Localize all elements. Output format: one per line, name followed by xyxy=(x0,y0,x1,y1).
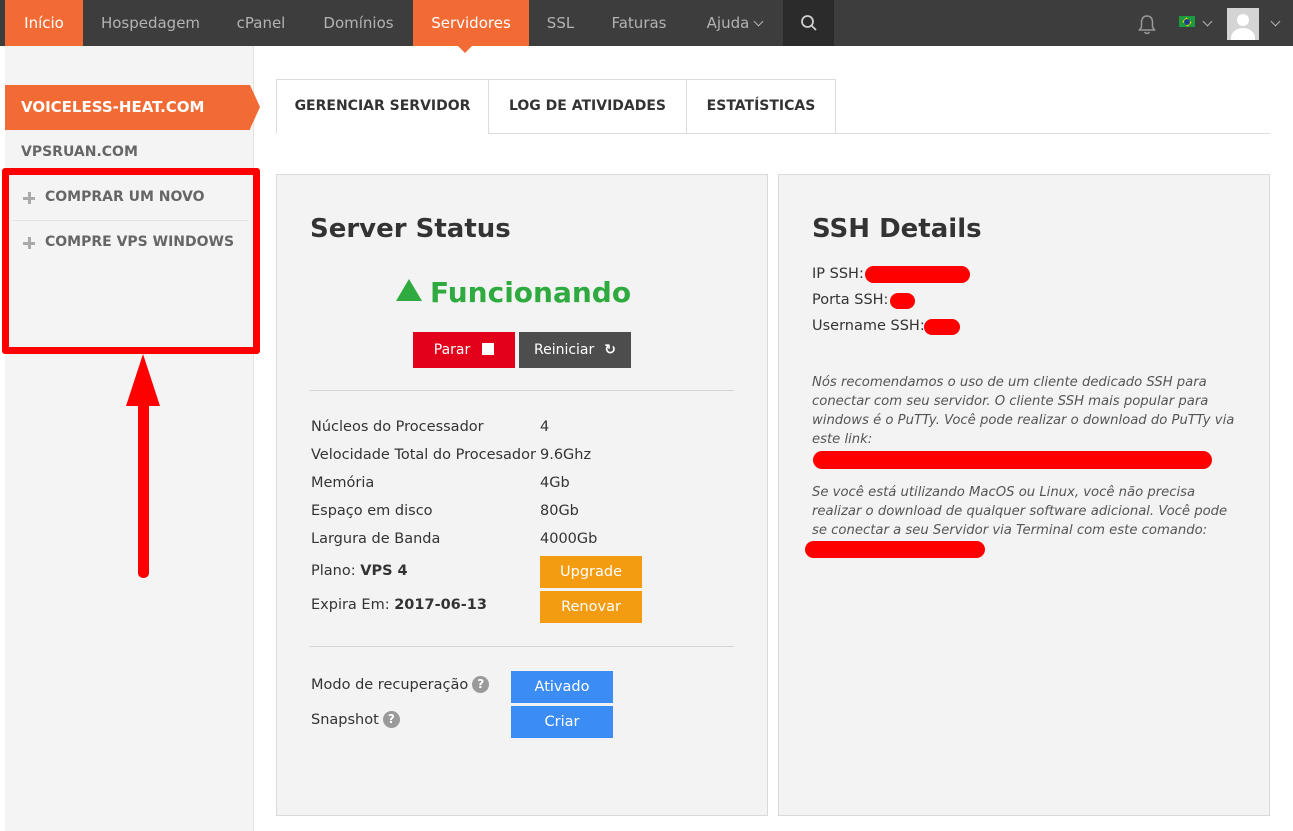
expires-value: 2017-06-13 xyxy=(394,597,487,613)
sidebar-item-label: VOICELESS-HEAT.COM xyxy=(21,98,205,116)
tab-label: LOG DE ATIVIDADES xyxy=(508,98,667,114)
spec-value: 4000Gb xyxy=(540,531,598,547)
snapshot-label: Snapshot xyxy=(311,712,379,728)
chevron-down-icon xyxy=(753,16,764,27)
snapshot-row: Snapshot? xyxy=(311,711,400,729)
nav-inicio[interactable]: Início xyxy=(5,0,83,46)
nav-label: Servidores xyxy=(431,14,511,32)
restart-label: Reiniciar xyxy=(533,342,595,358)
spec-value: 80Gb xyxy=(540,503,579,519)
snapshot-button[interactable]: Criar xyxy=(511,706,613,738)
upgrade-button[interactable]: Upgrade xyxy=(540,556,642,588)
tab-estatisticas[interactable]: ESTATÍSTICAS xyxy=(686,79,836,134)
recovery-row: Modo de recuperação? xyxy=(311,676,490,694)
redacted-ssh-command xyxy=(805,541,985,558)
annotation-arrow-shaft xyxy=(138,400,149,578)
chevron-down-icon xyxy=(1202,16,1213,27)
annotation-highlight-box xyxy=(2,168,260,354)
spec-value: 4Gb xyxy=(540,475,570,491)
status-text: Funcionando xyxy=(430,276,632,309)
brazil-flag-icon[interactable] xyxy=(1179,16,1195,27)
refresh-icon: ↻ xyxy=(604,342,617,358)
nav-label: cPanel xyxy=(236,14,286,32)
help-icon[interactable]: ? xyxy=(472,676,490,693)
bell-icon[interactable] xyxy=(1137,14,1157,36)
tab-label: ESTATÍSTICAS xyxy=(706,98,816,114)
top-navigation: Início Hospedagem cPanel Domínios Servid… xyxy=(0,0,1293,46)
spec-value: 9.6Ghz xyxy=(540,447,592,463)
nav-label: Início xyxy=(24,14,64,32)
tab-gerenciar-servidor[interactable]: GERENCIAR SERVIDOR xyxy=(276,79,489,134)
help-icon[interactable]: ? xyxy=(382,711,400,728)
expires-label: Expira Em: xyxy=(311,597,390,613)
redacted-ip xyxy=(865,266,970,283)
ssh-port-label: Porta SSH: xyxy=(812,292,889,308)
tab-log-atividades[interactable]: LOG DE ATIVIDADES xyxy=(488,79,687,134)
renew-button[interactable]: Renovar xyxy=(540,591,642,623)
nav-label: SSL xyxy=(546,14,575,32)
stop-icon xyxy=(482,343,495,355)
recovery-mode-button[interactable]: Ativado xyxy=(511,671,613,703)
spec-value: 4 xyxy=(540,419,550,435)
server-status-title: Server Status xyxy=(310,214,511,244)
nav-faturas[interactable]: Faturas xyxy=(592,0,686,46)
spec-label: Largura de Banda xyxy=(311,531,441,547)
ssh-username-label: Username SSH: xyxy=(812,318,925,334)
plan-row: Plano: VPS 4 xyxy=(311,563,408,579)
ssh-windows-note: Nós recomendamos o uso de um cliente ded… xyxy=(812,375,1235,447)
nav-hospedagem[interactable]: Hospedagem xyxy=(83,0,218,46)
ssh-mac-note: Se você está utilizando MacOS ou Linux, … xyxy=(812,485,1228,538)
nav-ssl[interactable]: SSL xyxy=(529,0,592,46)
redacted-port xyxy=(890,293,915,309)
spec-label: Memória xyxy=(311,475,375,491)
annotation-arrow-head xyxy=(126,354,160,406)
active-nav-caret xyxy=(458,46,472,53)
ssh-ip-label: IP SSH: xyxy=(812,266,864,282)
nav-servidores[interactable]: Servidores xyxy=(413,0,529,46)
restart-button[interactable]: Reiniciar ↻ xyxy=(519,332,631,368)
stop-button[interactable]: Parar xyxy=(413,332,515,368)
search-button[interactable] xyxy=(783,0,834,46)
nav-label: Domínios xyxy=(323,14,394,32)
spec-label: Núcleos do Processador xyxy=(311,419,484,435)
divider xyxy=(310,646,734,647)
stop-label: Parar xyxy=(433,342,471,358)
sidebar-item-label: VPSRUAN.COM xyxy=(21,144,138,160)
search-icon xyxy=(800,15,817,31)
nav-label: Faturas xyxy=(611,14,667,32)
nav-label: Hospedagem xyxy=(100,14,201,32)
sidebar-item-vpsruan[interactable]: VPSRUAN.COM xyxy=(21,144,138,160)
spec-label: Espaço em disco xyxy=(311,503,433,519)
recovery-label: Modo de recuperação xyxy=(311,677,469,693)
nav-label: Ajuda xyxy=(706,14,750,32)
nav-cpanel[interactable]: cPanel xyxy=(218,0,304,46)
up-triangle-icon xyxy=(396,279,422,301)
redacted-putty-link xyxy=(813,451,1212,469)
plan-label: Plano: xyxy=(311,563,356,579)
nav-dominios[interactable]: Domínios xyxy=(304,0,413,46)
ssh-details-title: SSH Details xyxy=(812,214,982,244)
nav-ajuda[interactable]: Ajuda xyxy=(686,0,783,46)
plan-value: VPS 4 xyxy=(360,563,408,579)
sidebar xyxy=(5,46,254,831)
spec-label: Velocidade Total do Procesador xyxy=(311,447,536,463)
chevron-down-icon xyxy=(1270,16,1281,27)
divider xyxy=(310,390,734,391)
tab-label: GERENCIAR SERVIDOR xyxy=(294,98,471,114)
avatar-icon[interactable] xyxy=(1227,8,1259,40)
redacted-username xyxy=(924,319,960,335)
sidebar-item-voiceless-heat[interactable]: VOICELESS-HEAT.COM xyxy=(5,85,260,130)
expires-row: Expira Em: 2017-06-13 xyxy=(311,597,487,613)
